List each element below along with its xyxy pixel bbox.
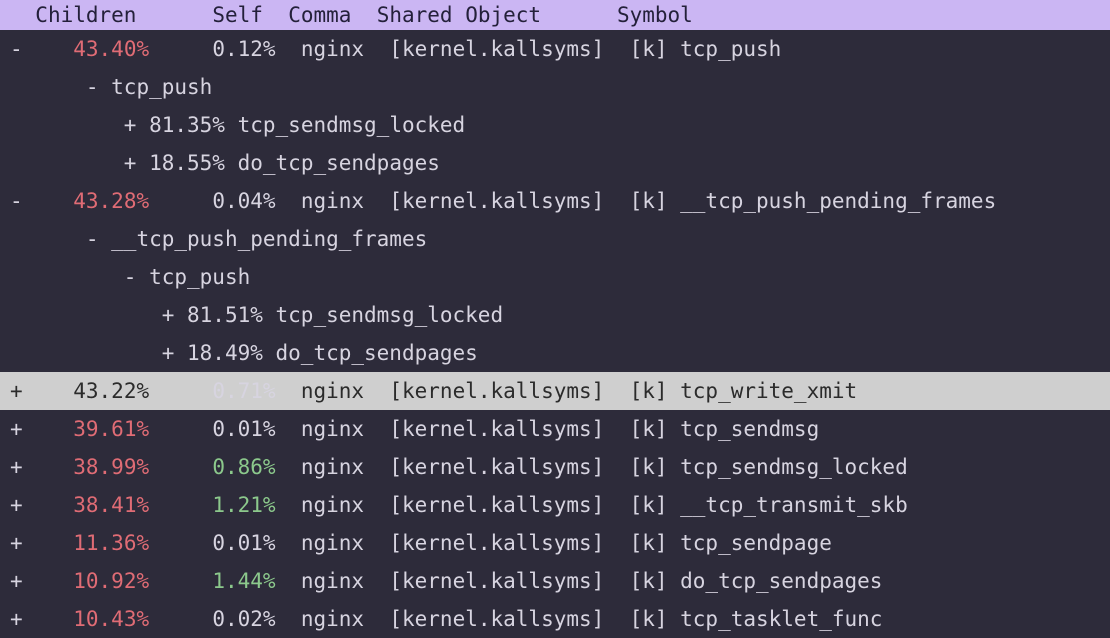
children-pct: 43.28%: [35, 189, 149, 213]
expand-icon[interactable]: +: [10, 607, 23, 631]
children-pct: 10.92%: [35, 569, 149, 593]
children-pct: 10.43%: [35, 607, 149, 631]
perf-row[interactable]: + 38.41% 1.21% nginx [kernel.kallsyms] […: [0, 486, 1110, 524]
callchain-text: 81.35% tcp_sendmsg_locked: [136, 113, 465, 137]
expand-icon[interactable]: +: [162, 303, 175, 327]
expand-icon[interactable]: +: [124, 113, 137, 137]
expand-icon[interactable]: +: [124, 151, 137, 175]
collapse-icon[interactable]: -: [124, 265, 137, 289]
row-rest: nginx [kernel.kallsyms] [k] tcp_sendpage: [276, 531, 832, 555]
perf-row[interactable]: + 10.43% 0.02% nginx [kernel.kallsyms] […: [0, 600, 1110, 638]
expand-icon[interactable]: +: [10, 493, 23, 517]
children-pct: 43.40%: [35, 37, 149, 61]
col-command[interactable]: Comma: [288, 3, 377, 27]
perf-row[interactable]: + 11.36% 0.01% nginx [kernel.kallsyms] […: [0, 524, 1110, 562]
collapse-icon[interactable]: -: [10, 189, 23, 213]
row-rest: nginx [kernel.kallsyms] [k] __tcp_transm…: [276, 493, 908, 517]
self-pct: 1.21%: [162, 493, 276, 517]
col-self[interactable]: Self: [212, 3, 288, 27]
perf-report-body: - 43.40% 0.12% nginx [kernel.kallsyms] […: [0, 30, 1110, 638]
collapse-icon[interactable]: -: [86, 227, 99, 251]
callchain-text: tcp_push: [99, 75, 213, 99]
callchain-text: 81.51% tcp_sendmsg_locked: [174, 303, 503, 327]
self-pct: 0.12%: [162, 37, 276, 61]
expand-icon[interactable]: +: [10, 569, 23, 593]
collapse-icon[interactable]: -: [10, 37, 23, 61]
row-rest: nginx [kernel.kallsyms] [k] tcp_sendmsg: [276, 417, 820, 441]
expand-icon[interactable]: +: [10, 531, 23, 555]
children-pct: 38.99%: [35, 455, 149, 479]
self-pct: 0.01%: [162, 417, 276, 441]
perf-row[interactable]: + 10.92% 1.44% nginx [kernel.kallsyms] […: [0, 562, 1110, 600]
callchain-text: tcp_push: [136, 265, 250, 289]
col-children[interactable]: Children: [10, 3, 212, 27]
callchain-line[interactable]: + 18.49% do_tcp_sendpages: [0, 334, 1110, 372]
collapse-icon[interactable]: -: [86, 75, 99, 99]
callchain-text: 18.49% do_tcp_sendpages: [174, 341, 477, 365]
col-shared-object[interactable]: Shared Object: [377, 3, 617, 27]
row-rest: nginx [kernel.kallsyms] [k] tcp_tasklet_…: [276, 607, 883, 631]
children-pct: 11.36%: [35, 531, 149, 555]
children-pct: 39.61%: [35, 417, 149, 441]
callchain-text: 18.55% do_tcp_sendpages: [136, 151, 439, 175]
callchain-line[interactable]: - tcp_push: [0, 258, 1110, 296]
expand-icon[interactable]: +: [162, 341, 175, 365]
row-rest: nginx [kernel.kallsyms] [k] tcp_sendmsg_…: [276, 455, 908, 479]
callchain-line[interactable]: - tcp_push: [0, 68, 1110, 106]
self-pct: 0.71%: [162, 379, 276, 403]
self-pct: 0.01%: [162, 531, 276, 555]
perf-row[interactable]: - 43.40% 0.12% nginx [kernel.kallsyms] […: [0, 30, 1110, 68]
row-rest: nginx [kernel.kallsyms] [k] tcp_write_xm…: [276, 379, 858, 403]
callchain-line[interactable]: + 81.51% tcp_sendmsg_locked: [0, 296, 1110, 334]
col-symbol[interactable]: Symbol: [617, 3, 693, 27]
expand-icon[interactable]: +: [10, 417, 23, 441]
callchain-line[interactable]: + 18.55% do_tcp_sendpages: [0, 144, 1110, 182]
perf-row[interactable]: + 43.22% 0.71% nginx [kernel.kallsyms] […: [0, 372, 1110, 410]
row-rest: nginx [kernel.kallsyms] [k] __tcp_push_p…: [276, 189, 997, 213]
callchain-line[interactable]: - __tcp_push_pending_frames: [0, 220, 1110, 258]
self-pct: 0.04%: [162, 189, 276, 213]
row-rest: nginx [kernel.kallsyms] [k] tcp_push: [276, 37, 782, 61]
self-pct: 0.86%: [162, 455, 276, 479]
self-pct: 1.44%: [162, 569, 276, 593]
children-pct: 38.41%: [35, 493, 149, 517]
perf-row[interactable]: + 39.61% 0.01% nginx [kernel.kallsyms] […: [0, 410, 1110, 448]
expand-icon[interactable]: +: [10, 379, 23, 403]
expand-icon[interactable]: +: [10, 455, 23, 479]
callchain-line[interactable]: + 81.35% tcp_sendmsg_locked: [0, 106, 1110, 144]
children-pct: 43.22%: [35, 379, 149, 403]
callchain-text: __tcp_push_pending_frames: [99, 227, 428, 251]
column-header-row: Children Self Comma Shared Object Symbol: [0, 0, 1110, 30]
row-rest: nginx [kernel.kallsyms] [k] do_tcp_sendp…: [276, 569, 883, 593]
perf-row[interactable]: - 43.28% 0.04% nginx [kernel.kallsyms] […: [0, 182, 1110, 220]
self-pct: 0.02%: [162, 607, 276, 631]
perf-row[interactable]: + 38.99% 0.86% nginx [kernel.kallsyms] […: [0, 448, 1110, 486]
